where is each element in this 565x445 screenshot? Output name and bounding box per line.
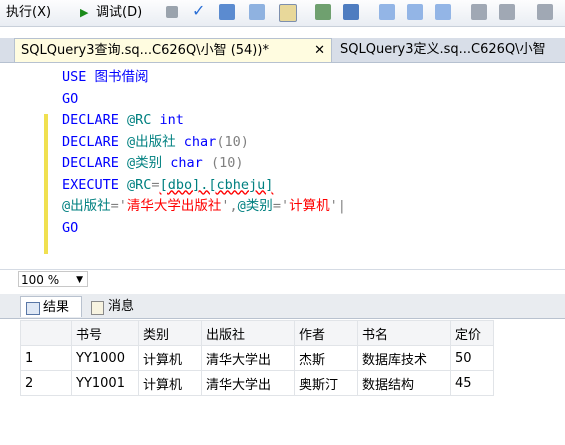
table-cell[interactable]: 计算机: [138, 370, 202, 396]
results-tabs: 结果 消息: [0, 294, 565, 319]
results-to-text-icon[interactable]: [379, 4, 395, 20]
editor-status-bar: 100 % ▼: [0, 269, 565, 290]
tab-label: SQLQuery3查询.sq...C626Q\小智 (54))*: [21, 43, 269, 58]
code-line[interactable]: @出版社='清华大学出版社',@类别='计算机'|: [62, 196, 346, 218]
tab-results[interactable]: 结果: [20, 296, 82, 317]
zoom-select[interactable]: 100 % ▼: [18, 271, 88, 287]
code-line[interactable]: GO: [62, 218, 78, 240]
tab-label: SQLQuery3定义.sq...C626Q\小智: [340, 42, 546, 57]
parse-icon[interactable]: [219, 4, 235, 20]
code-line[interactable]: GO: [62, 89, 78, 111]
grid-icon: [26, 302, 40, 315]
code-token: 清华大学出版社: [126, 198, 222, 214]
document-tabs: SQLQuery3查询.sq...C626Q\小智 (54))* ✕ SQLQu…: [0, 38, 565, 63]
table-cell[interactable]: YY1001: [71, 370, 139, 396]
tab-query-definition[interactable]: SQLQuery3定义.sq...C626Q\小智: [334, 38, 565, 62]
table-cell[interactable]: 50: [450, 345, 494, 371]
table-cell[interactable]: 数据库技术: [357, 345, 451, 371]
grid-header-row: 书号 类别 出版社 作者 书名 定价: [20, 320, 494, 346]
code-token: (10): [216, 133, 249, 150]
debug-button[interactable]: 调试(D): [96, 4, 142, 22]
chevron-down-icon[interactable]: ▼: [76, 272, 83, 288]
table-cell[interactable]: 计算机: [138, 345, 202, 371]
code-token: EXECUTE: [62, 176, 128, 193]
code-token: USE: [62, 69, 95, 85]
play-icon[interactable]: ▶: [80, 4, 88, 22]
table-cell[interactable]: 杰斯: [294, 345, 358, 371]
save-results-icon[interactable]: [279, 4, 297, 22]
code-token: char: [170, 155, 211, 171]
code-line[interactable]: DECLARE @类别 char (10): [62, 153, 243, 175]
code-token: char: [183, 133, 217, 150]
table-cell[interactable]: 数据结构: [357, 370, 451, 396]
plan-icon[interactable]: [315, 4, 331, 20]
zoom-value: 100 %: [21, 273, 60, 287]
table-cell[interactable]: 奥斯汀: [294, 370, 358, 396]
column-header[interactable]: 作者: [294, 320, 358, 346]
code-token: DECLARE: [62, 133, 128, 150]
column-header[interactable]: 出版社: [201, 320, 295, 346]
query-options-icon[interactable]: [249, 4, 265, 20]
results-to-file-icon[interactable]: [435, 4, 451, 20]
execute-button[interactable]: 执行(X): [6, 4, 51, 22]
code-line[interactable]: USE 图书借阅: [62, 67, 149, 89]
stop-icon[interactable]: [166, 6, 178, 18]
results-to-grid-icon[interactable]: [407, 4, 423, 20]
tab-query-active[interactable]: SQLQuery3查询.sq...C626Q\小智 (54))* ✕: [14, 38, 332, 62]
code-token: DECLARE: [62, 112, 128, 128]
column-header[interactable]: 定价: [450, 320, 494, 346]
sql-editor[interactable]: USE 图书借阅 GO DECLARE @RC int DECLARE @出版社 ch…: [0, 63, 565, 268]
check-icon[interactable]: ✓: [192, 2, 205, 20]
table-cell[interactable]: 清华大学出: [201, 345, 295, 371]
code-line[interactable]: EXECUTE @RC=[dbo].[cbheju]: [62, 175, 273, 197]
editor-gutter: [0, 63, 42, 268]
tab-messages-label: 消息: [108, 299, 135, 314]
code-token: 图书借阅: [94, 69, 149, 85]
code-token: [dbo].[cbheju]: [159, 176, 274, 193]
code-line[interactable]: DECLARE @出版社 char(10): [62, 132, 249, 154]
code-token: @类别: [127, 155, 171, 171]
indent-icon[interactable]: [537, 4, 553, 20]
change-marker: [44, 114, 48, 254]
column-header[interactable]: 书号: [71, 320, 139, 346]
close-icon[interactable]: ✕: [314, 39, 325, 62]
code-token: @出版社: [127, 133, 184, 150]
query-designer-icon[interactable]: [343, 4, 359, 20]
row-number: 1: [20, 345, 72, 371]
uncomment-icon[interactable]: [499, 4, 515, 20]
code-token: @RC: [127, 176, 152, 193]
tab-messages[interactable]: 消息: [86, 296, 146, 317]
code-token: GO: [62, 90, 79, 107]
column-header-rownum: [20, 320, 72, 346]
toolbar: 执行(X) ▶ 调试(D) ✓: [0, 0, 565, 27]
column-header[interactable]: 类别: [138, 320, 202, 346]
code-token: ',: [221, 198, 238, 214]
table-cell[interactable]: 45: [450, 370, 494, 396]
code-token: =: [151, 176, 160, 193]
results-grid[interactable]: 书号 类别 出版社 作者 书名 定价 1 YY1000 计算机 清华大学出 杰斯…: [20, 320, 494, 396]
code-token: =': [110, 198, 127, 214]
code-token: '|: [329, 198, 346, 214]
code-token: int: [159, 112, 184, 128]
code-token: GO: [62, 219, 79, 236]
message-icon: [91, 301, 104, 315]
code-token: @类别: [237, 198, 273, 214]
code-token: =': [272, 198, 290, 214]
code-token: @出版社: [62, 198, 111, 214]
code-token: @RC: [127, 112, 160, 128]
code-token: DECLARE: [62, 155, 128, 171]
table-cell[interactable]: 清华大学出: [201, 370, 295, 396]
column-header[interactable]: 书名: [357, 320, 451, 346]
tab-results-label: 结果: [43, 300, 70, 315]
comment-icon[interactable]: [471, 4, 487, 20]
table-row[interactable]: 1 YY1000 计算机 清华大学出 杰斯 数据库技术 50: [20, 345, 494, 371]
code-token: 计算机: [289, 198, 330, 214]
table-row[interactable]: 2 YY1001 计算机 清华大学出 奥斯汀 数据结构 45: [20, 370, 494, 396]
code-line[interactable]: DECLARE @RC int: [62, 110, 184, 132]
table-cell[interactable]: YY1000: [71, 345, 139, 371]
code-token: (10): [210, 155, 244, 171]
row-number: 2: [20, 370, 72, 396]
